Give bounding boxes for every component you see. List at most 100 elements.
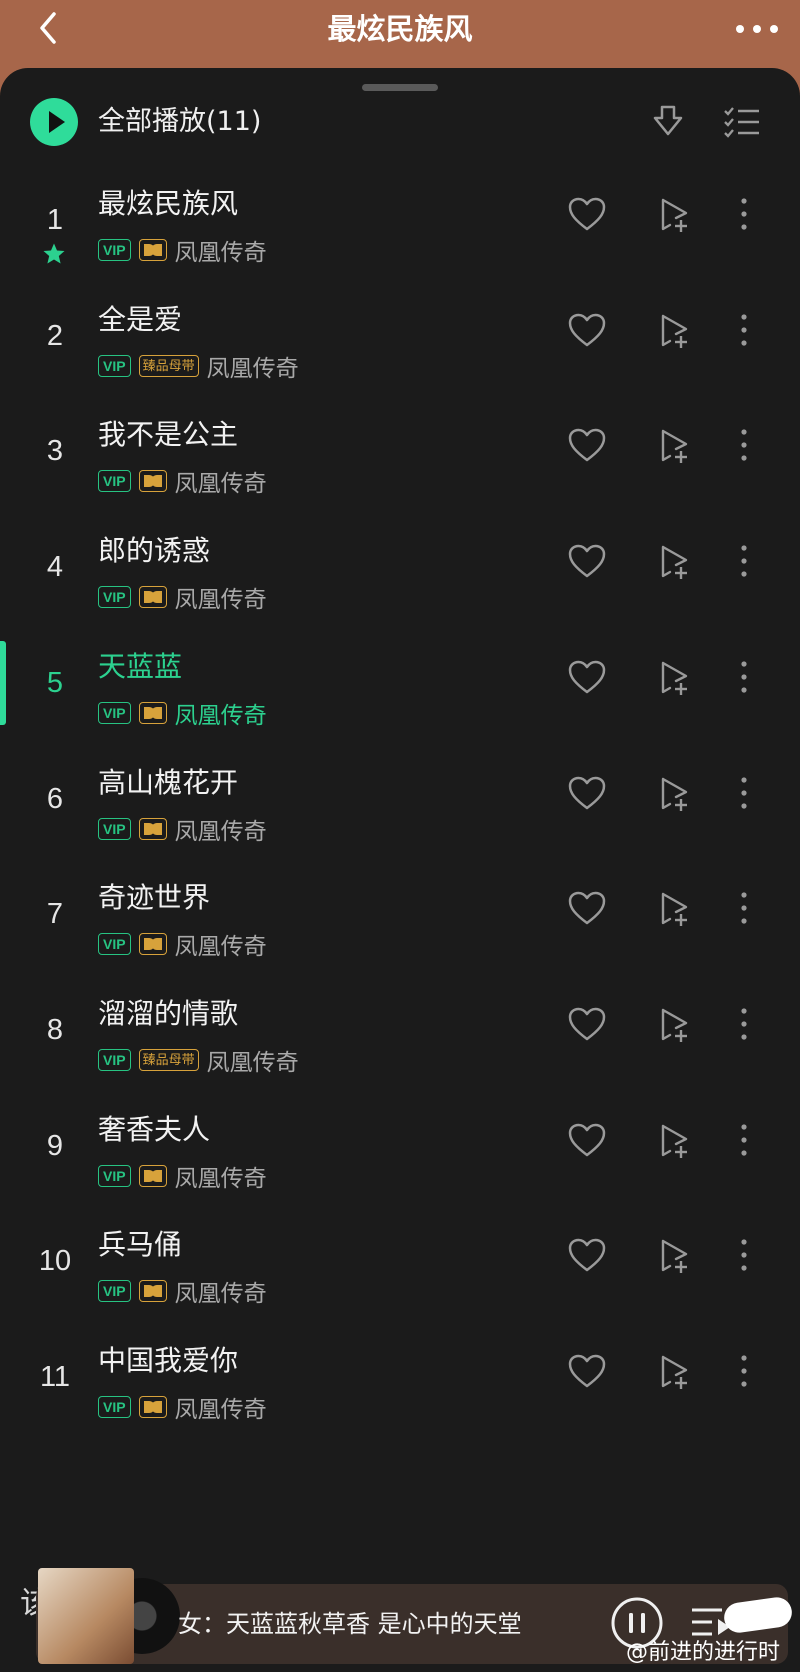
song-row[interactable]: 9 奢香夫人 VIP 凤凰传奇 — [0, 1102, 800, 1218]
song-title[interactable]: 奢香夫人 — [98, 1108, 210, 1148]
song-title[interactable]: 奇迹世界 — [98, 876, 210, 916]
heart-icon — [568, 197, 606, 231]
song-title[interactable]: 我不是公主 — [98, 413, 238, 453]
vip-badge: VIP — [98, 355, 131, 377]
add-to-playlist-button[interactable] — [656, 1006, 694, 1044]
multi-select-button[interactable] — [722, 104, 762, 140]
song-title[interactable]: 中国我爱你 — [98, 1339, 238, 1379]
dolby-badge — [138, 239, 167, 261]
more-vertical-icon — [741, 545, 747, 577]
add-to-playlist-button[interactable] — [656, 427, 694, 465]
add-to-playlist-button[interactable] — [656, 890, 694, 928]
song-row[interactable]: 3 我不是公主 VIP 凤凰传奇 — [0, 407, 800, 523]
favorite-button[interactable] — [567, 1353, 607, 1389]
song-row[interactable]: 2 全是爱 VIP 臻品母带 凤凰传奇 — [0, 292, 800, 408]
add-to-playlist-button[interactable] — [656, 775, 694, 813]
artist-name[interactable]: 凤凰传奇 — [175, 696, 267, 730]
song-meta: VIP 臻品母带 凤凰传奇 — [98, 1043, 299, 1077]
song-more-button[interactable] — [732, 659, 756, 695]
song-meta: VIP 凤凰传奇 — [98, 927, 267, 961]
dolby-badge — [138, 702, 167, 724]
favorite-button[interactable] — [567, 659, 607, 695]
artist-name[interactable]: 凤凰传奇 — [207, 349, 299, 383]
song-row[interactable]: 11 中国我爱你 VIP 凤凰传奇 — [0, 1333, 800, 1449]
song-row[interactable]: 8 溜溜的情歌 VIP 臻品母带 凤凰传奇 — [0, 986, 800, 1102]
song-meta: VIP 凤凰传奇 — [98, 580, 267, 614]
song-title[interactable]: 最炫民族风 — [98, 182, 238, 222]
download-icon — [653, 105, 683, 136]
artist-name[interactable]: 凤凰传奇 — [175, 1274, 267, 1308]
song-more-button[interactable] — [732, 890, 756, 926]
checklist-icon — [724, 107, 759, 138]
dolby-badge — [138, 470, 167, 492]
song-title[interactable]: 溜溜的情歌 — [98, 992, 238, 1032]
add-to-playlist-button[interactable] — [656, 1237, 694, 1275]
artist-name[interactable]: 凤凰传奇 — [175, 812, 267, 846]
more-vertical-icon — [741, 661, 747, 693]
song-row[interactable]: 6 高山槐花开 VIP 凤凰传奇 — [0, 755, 800, 871]
song-row[interactable]: 1 最炫民族风 VIP 凤凰传奇 — [0, 176, 800, 292]
dolby-icon — [143, 823, 162, 835]
song-row[interactable]: 4 郎的诱惑 VIP 凤凰传奇 — [0, 523, 800, 639]
song-more-button[interactable] — [732, 775, 756, 811]
artist-name[interactable]: 凤凰传奇 — [175, 927, 267, 961]
artist-name[interactable]: 凤凰传奇 — [175, 1159, 267, 1193]
mini-player-lyric[interactable]: 女：天蓝蓝秋草香 是心中的天堂 — [178, 1604, 522, 1639]
favorite-button[interactable] — [567, 890, 607, 926]
song-more-button[interactable] — [732, 1237, 756, 1273]
song-more-button[interactable] — [732, 1353, 756, 1389]
favorite-button[interactable] — [567, 775, 607, 811]
play-all-label[interactable]: 全部播放(11) — [98, 100, 261, 144]
more-vertical-icon — [741, 198, 747, 230]
artist-name[interactable]: 凤凰传奇 — [175, 580, 267, 614]
favorite-button[interactable] — [567, 427, 607, 463]
add-to-playlist-button[interactable] — [656, 196, 694, 234]
song-more-button[interactable] — [732, 1122, 756, 1158]
artist-name[interactable]: 凤凰传奇 — [175, 233, 267, 267]
artist-name[interactable]: 凤凰传奇 — [175, 464, 267, 498]
song-title[interactable]: 全是爱 — [98, 298, 182, 338]
song-title[interactable]: 郎的诱惑 — [98, 529, 210, 569]
album-cover[interactable] — [38, 1568, 134, 1664]
add-to-playlist-button[interactable] — [656, 1353, 694, 1391]
more-options-button[interactable] — [732, 20, 782, 33]
dolby-icon — [143, 938, 162, 950]
song-row[interactable]: 5 天蓝蓝 VIP 凤凰传奇 — [0, 639, 800, 755]
favorite-button[interactable] — [567, 196, 607, 232]
dolby-badge — [138, 586, 167, 608]
download-button[interactable] — [648, 104, 688, 140]
dolby-icon — [143, 244, 162, 256]
song-title[interactable]: 高山槐花开 — [98, 761, 238, 801]
artist-name[interactable]: 凤凰传奇 — [207, 1043, 299, 1077]
artist-name[interactable]: 凤凰传奇 — [175, 1390, 267, 1424]
song-number: 7 — [46, 898, 64, 930]
dolby-icon — [143, 591, 162, 603]
song-row[interactable]: 7 奇迹世界 VIP 凤凰传奇 — [0, 870, 800, 986]
song-number: 10 — [38, 1245, 72, 1277]
song-more-button[interactable] — [732, 543, 756, 579]
song-more-button[interactable] — [732, 1006, 756, 1042]
favorite-button[interactable] — [567, 312, 607, 348]
song-row[interactable]: 10 兵马俑 VIP 凤凰传奇 — [0, 1217, 800, 1333]
song-title[interactable]: 兵马俑 — [98, 1223, 182, 1263]
song-more-button[interactable] — [732, 196, 756, 232]
vip-badge: VIP — [98, 1396, 131, 1418]
vip-badge: VIP — [98, 470, 131, 492]
dolby-badge — [138, 1396, 167, 1418]
favorite-button[interactable] — [567, 1006, 607, 1042]
play-all-button[interactable] — [30, 98, 78, 146]
drag-handle[interactable] — [362, 84, 438, 91]
add-to-playlist-button[interactable] — [656, 312, 694, 350]
more-vertical-icon — [741, 429, 747, 461]
favorite-button[interactable] — [567, 1122, 607, 1158]
song-more-button[interactable] — [732, 312, 756, 348]
add-to-playlist-icon — [661, 1008, 688, 1042]
dolby-badge — [138, 818, 167, 840]
favorite-button[interactable] — [567, 1237, 607, 1273]
song-more-button[interactable] — [732, 427, 756, 463]
favorite-button[interactable] — [567, 543, 607, 579]
add-to-playlist-button[interactable] — [656, 659, 694, 697]
song-title[interactable]: 天蓝蓝 — [98, 645, 182, 685]
add-to-playlist-button[interactable] — [656, 543, 694, 581]
add-to-playlist-button[interactable] — [656, 1122, 694, 1160]
